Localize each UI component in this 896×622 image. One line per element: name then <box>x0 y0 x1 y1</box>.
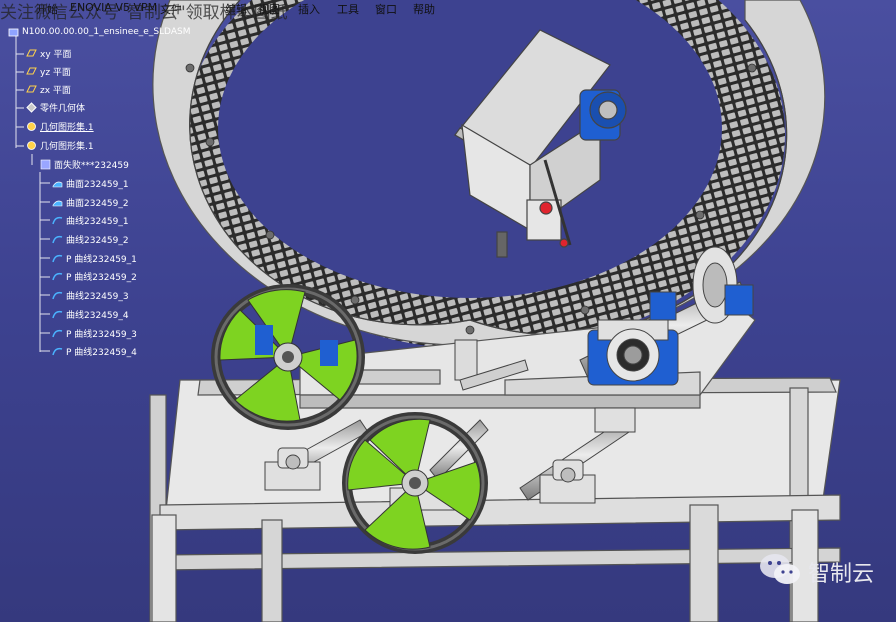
tree-item-pcurve-2[interactable]: P 曲线232459_2 <box>52 269 137 283</box>
plane-icon <box>26 48 37 59</box>
tree-item-curve-4[interactable]: 曲线232459_4 <box>52 307 129 321</box>
tree-item-label: yz 平面 <box>40 67 71 78</box>
tree-item-xy-plane[interactable]: xy 平面 <box>26 46 72 60</box>
brand-watermark: 智制云 <box>758 552 874 592</box>
tree-item-label: P 曲线232459_2 <box>66 272 137 283</box>
tree-item-label: 曲面232459_2 <box>66 198 129 209</box>
tree-item-label: 曲线232459_1 <box>66 216 129 227</box>
tree-item-label: 曲面232459_1 <box>66 179 129 190</box>
tree-item-label: 曲线232459_3 <box>66 291 129 302</box>
curve-icon <box>52 328 63 339</box>
tree-item-yz-plane[interactable]: yz 平面 <box>26 64 71 78</box>
tree-item-label: P 曲线232459_4 <box>66 347 137 358</box>
tree-item-label: 曲线232459_2 <box>66 235 129 246</box>
tree-root[interactable]: N100.00.00.00_1_ensinee_e_SLDASM <box>8 25 190 39</box>
menu-help[interactable]: 帮助 <box>413 1 435 17</box>
tree-item-pcurve-1[interactable]: P 曲线232459_1 <box>52 251 137 265</box>
surface-icon <box>52 197 63 208</box>
tree-item-geoset-1[interactable]: 几何图形集.1 <box>26 119 94 133</box>
curve-icon <box>52 271 63 282</box>
tree-root-label: N100.00.00.00_1_ensinee_e_SLDASM <box>22 27 191 37</box>
upper-handwheel <box>211 284 365 430</box>
tree-item-pcurve-3[interactable]: P 曲线232459_3 <box>52 326 137 340</box>
tree-item-label: 几何图形集.1 <box>40 141 94 152</box>
tree-item-label: P 曲线232459_1 <box>66 254 137 265</box>
curve-icon <box>52 309 63 320</box>
tree-item-pcurve-4[interactable]: P 曲线232459_4 <box>52 344 137 358</box>
geometric-set-icon <box>26 121 37 132</box>
menu-window[interactable]: 窗口 <box>375 1 397 17</box>
watermark-text: 关注微信公众号"智制云"领取样本图纸 <box>0 3 288 23</box>
geometric-set-icon <box>26 140 37 151</box>
curve-icon <box>52 215 63 226</box>
part-icon <box>8 27 19 38</box>
tree-item-label: P 曲线232459_3 <box>66 329 137 340</box>
lower-handwheel <box>342 412 488 554</box>
plane-icon <box>26 66 37 77</box>
surface-icon <box>40 159 51 170</box>
curve-icon <box>52 346 63 357</box>
tree-item-surface-1[interactable]: 曲面232459_1 <box>52 176 129 190</box>
curve-icon <box>52 290 63 301</box>
3d-viewport[interactable]: 开始 ENOVIA V5 VPM 文件 编辑 视图 插入 工具 窗口 帮助 关注… <box>0 0 896 622</box>
tree-item-label: xy 平面 <box>40 49 72 60</box>
surface-icon <box>52 178 63 189</box>
plane-icon <box>26 84 37 95</box>
tree-item-failed-face[interactable]: 面失败***232459 <box>40 157 129 171</box>
tree-item-label: zx 平面 <box>40 85 71 96</box>
tree-item-curve-1[interactable]: 曲线232459_1 <box>52 213 129 227</box>
tree-item-label: 几何图形集.1 <box>40 122 94 133</box>
tree-item-part-body[interactable]: 零件几何体 <box>26 100 85 114</box>
menu-tools[interactable]: 工具 <box>337 1 359 17</box>
tree-item-curve-3[interactable]: 曲线232459_3 <box>52 288 129 302</box>
brand-name: 智制云 <box>807 562 874 587</box>
curve-icon <box>52 253 63 264</box>
tree-item-zx-plane[interactable]: zx 平面 <box>26 82 71 96</box>
wechat-icon <box>758 552 802 592</box>
tree-item-surface-2[interactable]: 曲面232459_2 <box>52 195 129 209</box>
tree-item-label: 曲线232459_4 <box>66 310 129 321</box>
curve-icon <box>52 234 63 245</box>
tree-item-curve-2[interactable]: 曲线232459_2 <box>52 232 129 246</box>
body-icon <box>26 101 37 113</box>
tree-item-label: 零件几何体 <box>40 103 86 114</box>
menu-insert[interactable]: 插入 <box>298 1 320 17</box>
tree-item-label: 面失败***232459 <box>54 160 129 171</box>
tree-item-geoset-2[interactable]: 几何图形集.1 <box>26 138 94 152</box>
